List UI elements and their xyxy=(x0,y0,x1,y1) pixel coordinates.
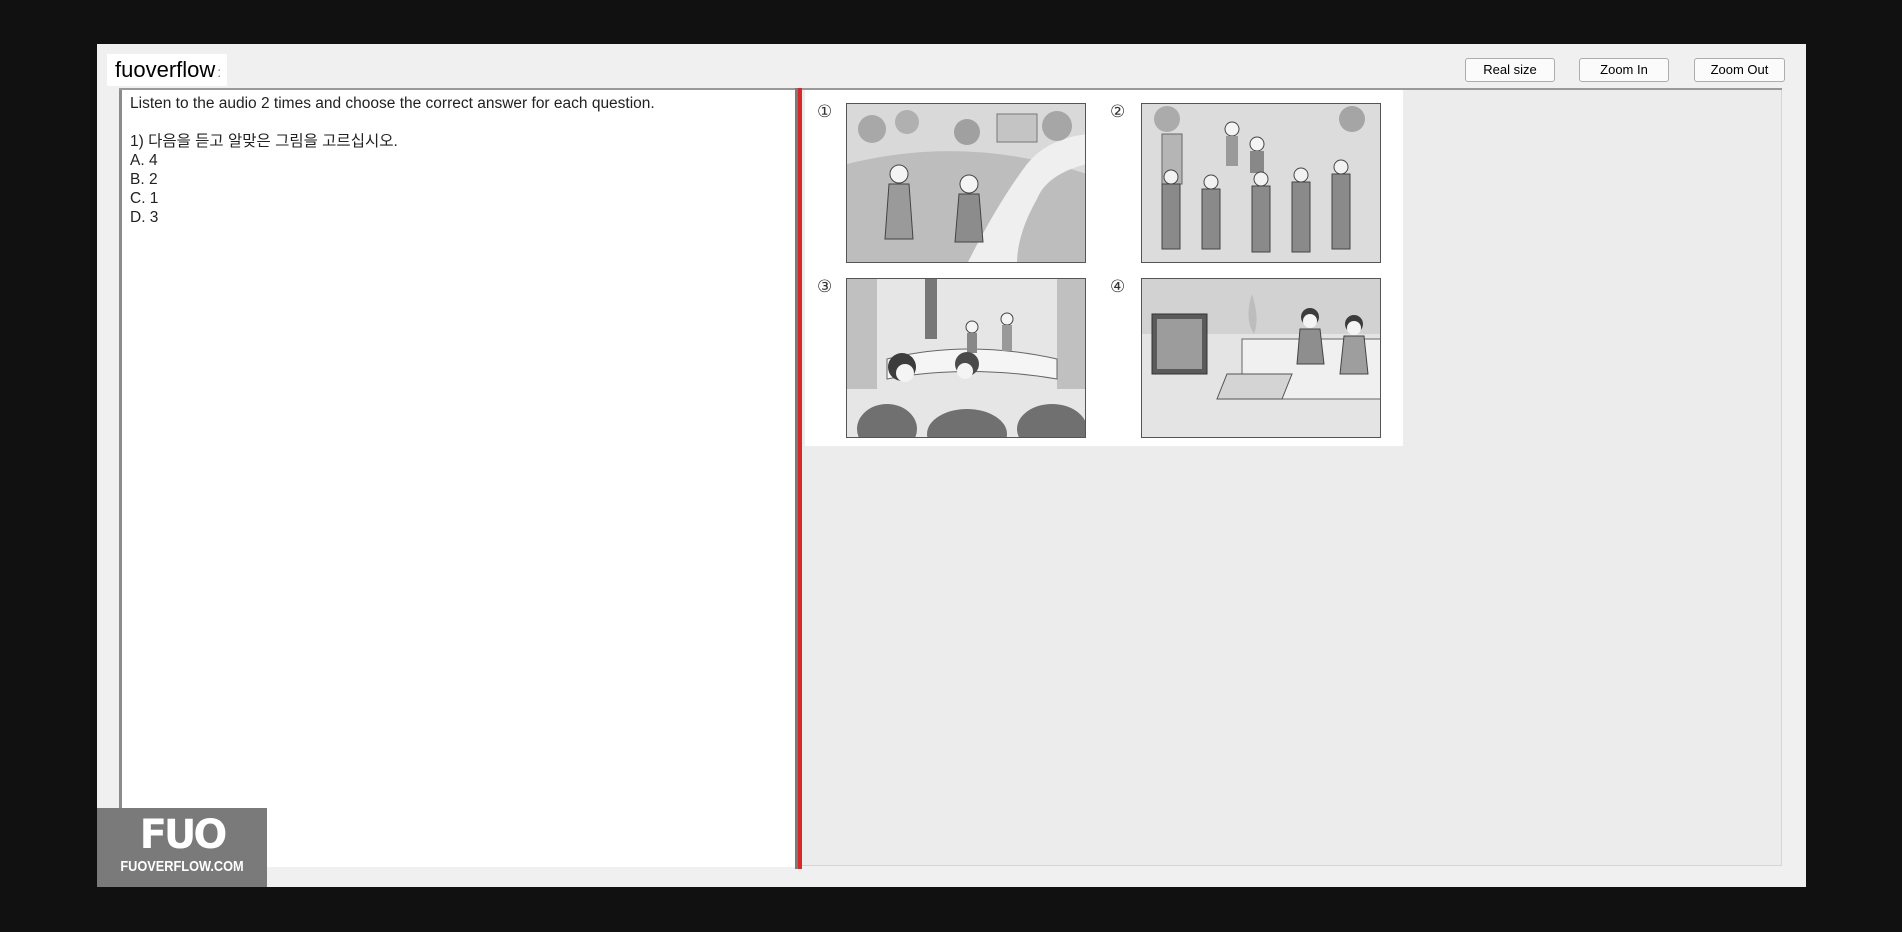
fuoverflow-watermark-logo: FUO FUOVERFLOW.COM xyxy=(97,808,267,887)
panel-4-living-room-tv-scene xyxy=(1141,278,1381,438)
question-instruction: Listen to the audio 2 times and choose t… xyxy=(130,95,655,112)
panel-2-street-concert-scene xyxy=(1141,103,1381,263)
panel-3-concert-hall-scene xyxy=(846,278,1086,438)
question-prompt: 1) 다음을 듣고 알맞은 그림을 고르십시오. xyxy=(130,133,398,150)
answer-option-d: D. 3 xyxy=(130,209,159,226)
panel-number-4: ④ xyxy=(1110,277,1126,297)
title-separator: : xyxy=(217,64,222,80)
question-text: Listen to the audio 2 times and choose t… xyxy=(130,94,670,227)
fuo-logo-site-text: FUOVERFLOW.COM xyxy=(120,858,244,875)
app-window: fuoverflow: Real size Zoom In Zoom Out L… xyxy=(97,44,1806,887)
question-pane[interactable]: Listen to the audio 2 times and choose t… xyxy=(119,90,795,867)
window-title-text: fuoverflow xyxy=(115,57,216,82)
real-size-button[interactable]: Real size xyxy=(1465,58,1555,82)
panel-number-3: ③ xyxy=(817,277,833,297)
panel-number-1: ① xyxy=(817,102,833,122)
answer-option-a: A. 4 xyxy=(130,152,158,169)
panel-1-park-scene xyxy=(846,103,1086,263)
zoom-in-button[interactable]: Zoom In xyxy=(1579,58,1669,82)
panel-number-2: ② xyxy=(1110,102,1126,122)
image-pane[interactable]: ① ② ③ ④ xyxy=(802,90,1782,866)
zoom-out-button[interactable]: Zoom Out xyxy=(1694,58,1785,82)
question-figure: ① ② ③ ④ xyxy=(805,90,1403,446)
fuo-logo-mark: FUO xyxy=(139,812,228,858)
answer-option-b: B. 2 xyxy=(130,171,158,188)
window-title: fuoverflow: xyxy=(107,54,228,86)
answer-option-c: C. 1 xyxy=(130,190,159,207)
